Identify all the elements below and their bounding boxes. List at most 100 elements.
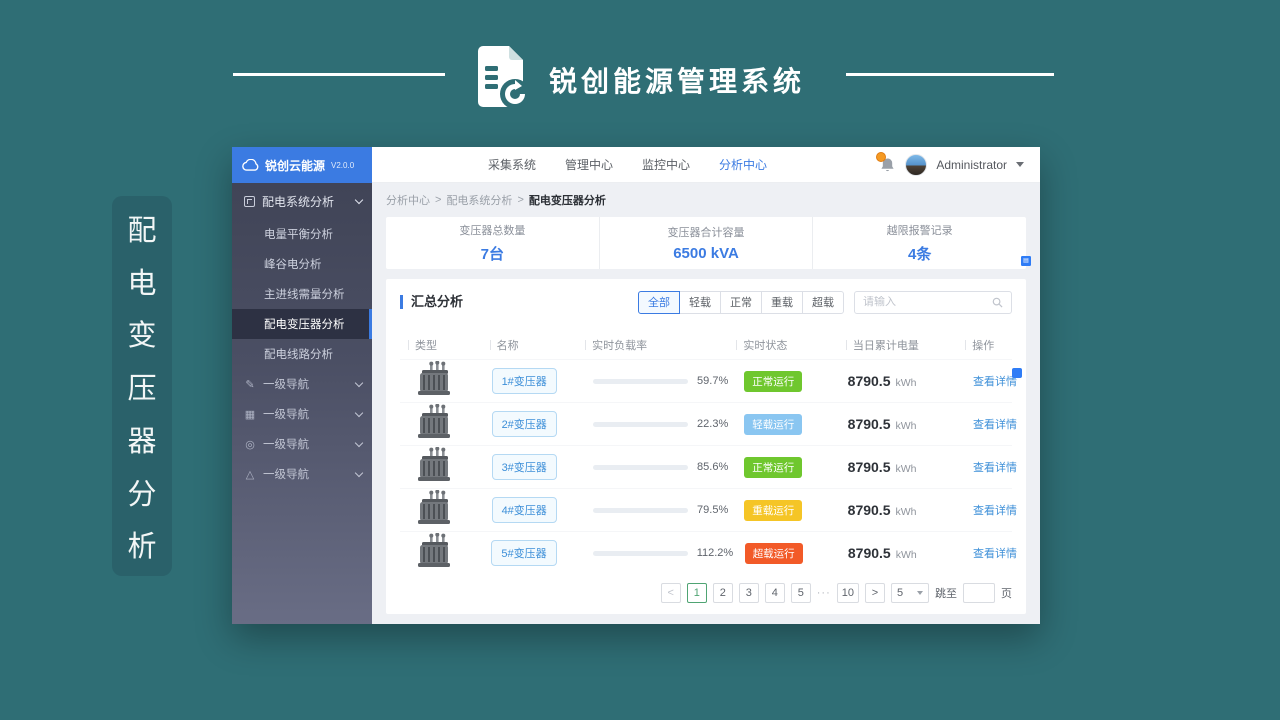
notification-badge [876,151,887,162]
sidebar-item-peak-valley[interactable]: 峰谷电分析 [232,249,372,279]
sidebar-group-nav-4[interactable]: △ 一级导航 [232,459,372,489]
search-box[interactable] [854,290,1012,314]
tab-analysis-center[interactable]: 分析中心 [719,156,767,173]
sidebar-group-nav-1[interactable]: ✎ 一级导航 [232,369,372,399]
filter-normal-button[interactable]: 正常 [720,290,762,314]
breadcrumb: 分析中心 > 配电系统分析 > 配电变压器分析 [386,192,1040,208]
summary-panel: 汇总分析 全部 轻载 正常 重载 超载 请输入 类型 名称 实时负载率 实时状态… [386,256,1031,614]
page-number-button[interactable]: 4 [764,583,785,603]
jump-page-input[interactable] [963,583,995,603]
vertical-label-char: 析 [127,531,157,564]
col-header-type: 类型 [400,337,482,353]
jump-label: 跳至 [935,588,957,600]
page-size-value: 5 [897,587,904,599]
transformer-photo [418,446,450,481]
page-size-select[interactable]: 5 [891,583,929,603]
chevron-down-icon [354,438,364,447]
sidebar-item-label: 峰谷电分析 [264,259,322,271]
view-details-link[interactable]: 查看详情 [973,459,1017,475]
load-progress-bar [592,550,688,556]
energy-unit: kWh [895,463,917,475]
tab-collection-system[interactable]: 采集系统 [488,156,536,173]
cloud-icon [242,159,259,171]
page-number-button[interactable]: 2 [712,583,733,603]
transformer-name-button[interactable]: 3#变压器 [491,454,557,480]
app-logo-name: 锐创云能源 [265,158,326,173]
edit-icon: ✎ [245,378,255,391]
energy-unit: kWh [895,549,917,561]
sidebar-group-label: 一级导航 [263,409,309,421]
page: 锐创能源管理系统 配 电 变 压 器 分 析 锐创云能源 V2.0.0 配电系统… [0,0,1280,720]
sidebar-group-power-distribution[interactable]: 配电系统分析 [232,183,372,219]
page-ellipsis[interactable]: ··· [817,587,831,599]
sidebar: 锐创云能源 V2.0.0 配电系统分析 电量平衡分析 峰谷电分析 主进线需量分析… [232,147,372,624]
stat-value: 7台 [480,246,504,263]
tab-monitoring-center[interactable]: 监控中心 [642,156,690,173]
panel-title: 汇总分析 [400,295,463,309]
sidebar-item-label: 配电线路分析 [264,349,333,361]
sidebar-item-transformer-analysis[interactable]: 配电变压器分析 [232,309,372,339]
topbar-right: Administrator [876,151,1024,176]
page-prev-button[interactable]: < [660,583,681,603]
transformer-name-button[interactable]: 1#变压器 [491,368,557,394]
load-percent-label: 22.3% [697,418,729,430]
transformer-photo [418,403,450,438]
load-filter-group: 全部 轻载 正常 重载 超载 [638,290,844,314]
transformer-name-button[interactable]: 2#变压器 [491,411,557,437]
filter-over-button[interactable]: 超载 [802,290,844,314]
page-number-button[interactable]: 5 [790,583,811,603]
chevron-down-icon [354,468,364,477]
view-details-link[interactable]: 查看详情 [973,416,1017,432]
grid-icon: ▦ [244,408,256,421]
name-badge-icon: ▤ [1021,256,1031,266]
load-percent-label: 79.5% [697,504,729,516]
energy-value: 8790.5 [847,502,891,518]
page-number-button[interactable]: 3 [738,583,759,603]
page-number-button[interactable]: 1 [686,583,707,603]
user-menu-caret-icon[interactable] [1016,162,1024,167]
filter-all-button[interactable]: 全部 [638,290,680,314]
sidebar-group-nav-2[interactable]: ▦ 一级导航 [232,399,372,429]
filter-light-button[interactable]: 轻载 [679,290,721,314]
transformer-name-button[interactable]: 4#变压器 [491,497,557,523]
page-next-button[interactable]: > [865,583,885,603]
stat-value: 4条 [908,246,932,263]
transformer-name-button[interactable]: 5#变压器 [491,540,557,566]
stat-value: 6500 kVA [673,245,739,262]
notification-bell-icon[interactable] [876,151,896,173]
vertical-label-char: 变 [127,320,157,353]
module-icon [244,195,255,207]
vertical-label-char: 分 [127,478,157,511]
filter-heavy-button[interactable]: 重载 [761,290,803,314]
breadcrumb-item[interactable]: 分析中心 [386,192,430,208]
chevron-down-icon [354,408,364,417]
col-header-daily-energy: 当日累计电量 [838,337,957,353]
sidebar-group-label: 一级导航 [263,469,309,481]
table-header-row: 类型 名称 实时负载率 实时状态 当日累计电量 操作 [400,331,1012,359]
sidebar-item-energy-balance[interactable]: 电量平衡分析 [232,219,372,249]
app-logo[interactable]: 锐创云能源 V2.0.0 [232,147,372,183]
search-input[interactable] [863,296,992,308]
status-badge: 正常运行 [744,456,803,478]
view-details-link[interactable]: 查看详情 [973,545,1017,561]
tab-management-center[interactable]: 管理中心 [565,156,613,173]
sidebar-group-nav-3[interactable]: ◎ 一级导航 [232,429,372,459]
sidebar-group-label: 一级导航 [263,379,309,391]
banner-line-right [846,73,1054,76]
avatar[interactable] [905,153,928,176]
table-row: 5#变压器 ▤ 112.2% 超载运行 8790.5 kWh 查看详情 [400,256,1031,574]
table-row: 3#变压器 ▤ 85.6% 正常运行 8790.5 kWh 查看详情 [400,256,1031,488]
load-percent-label: 59.7% [697,375,729,387]
page-number-button[interactable]: 10 [836,583,859,603]
sidebar-item-main-line-demand[interactable]: 主进线需量分析 [232,279,372,309]
table-row: 1#变压器 ▤ 59.7% 正常运行 8790.5 kWh 查看详情 [400,256,1031,402]
breadcrumb-item[interactable]: 配电系统分析 [446,192,512,208]
transformer-photo [418,532,450,567]
view-details-link[interactable]: 查看详情 [973,368,1023,389]
sidebar-item-line-analysis[interactable]: 配电线路分析 [232,339,372,369]
username-label[interactable]: Administrator [936,158,1007,172]
status-badge: 超载运行 [744,542,803,564]
jump-unit-label: 页 [1001,588,1012,600]
view-details-link[interactable]: 查看详情 [973,502,1017,518]
warning-triangle-icon: △ [245,468,255,481]
